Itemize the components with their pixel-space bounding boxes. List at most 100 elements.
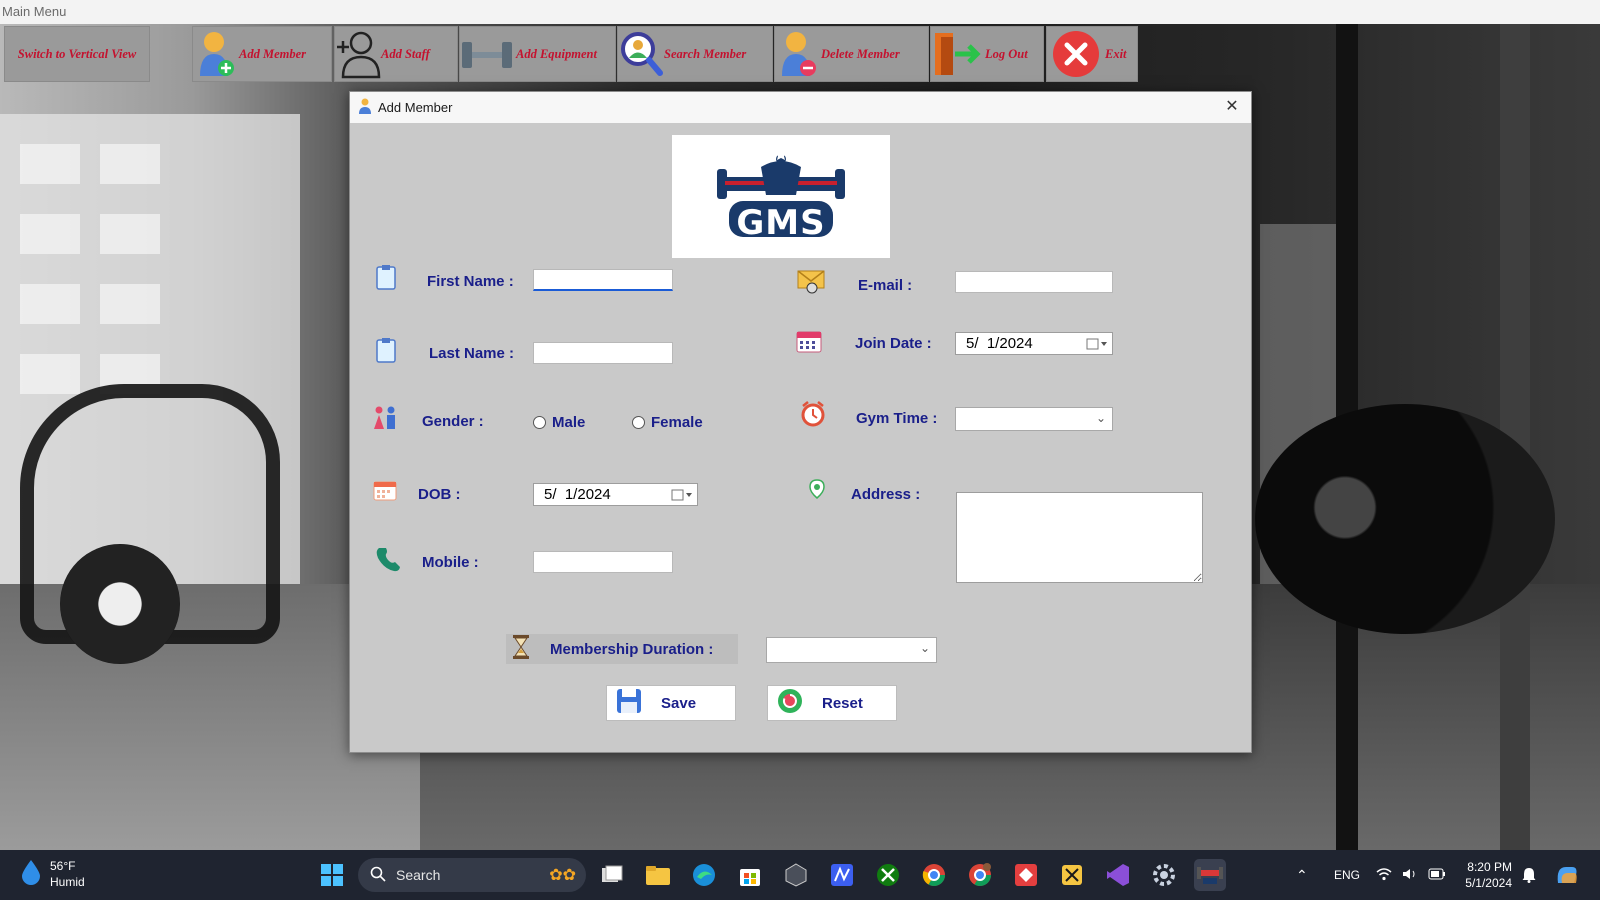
dumbbell-icon <box>460 29 516 79</box>
add-member-label: Add Member <box>239 46 307 61</box>
delete-member-label: Delete Member <box>821 46 900 61</box>
exit-label: Exit <box>1105 46 1127 61</box>
clock[interactable]: 8:20 PM 5/1/2024 <box>1462 850 1512 900</box>
dialog-close-button[interactable]: ✕ <box>1221 96 1243 118</box>
dialog-titlebar: Add Member ✕ <box>350 92 1251 123</box>
gender-label: Gender : <box>422 413 484 430</box>
alarm-clock-icon <box>798 399 828 429</box>
edge-browser-icon[interactable] <box>688 859 720 891</box>
gender-male-radio[interactable]: Male <box>533 414 585 431</box>
dob-label: DOB : <box>418 486 461 503</box>
wifi-icon[interactable] <box>1376 867 1392 884</box>
anydesk-icon[interactable] <box>1010 859 1042 891</box>
search-label: Search <box>396 867 441 883</box>
calendar-icon <box>794 326 824 356</box>
radio-circle[interactable] <box>533 416 546 429</box>
search-member-button[interactable]: Search Member <box>617 26 773 82</box>
search-member-icon <box>618 29 664 79</box>
email-input[interactable] <box>955 271 1113 293</box>
settings-gear-icon[interactable] <box>1148 859 1180 891</box>
add-member-icon <box>193 29 239 79</box>
windows-start-icon[interactable] <box>316 859 348 891</box>
membership-duration-label: Membership Duration : <box>550 640 714 658</box>
delete-member-icon <box>775 29 821 79</box>
calendar-dropdown-icon[interactable] <box>1086 337 1108 351</box>
reset-label: Reset <box>822 694 863 712</box>
dob-date-picker[interactable]: 5/ 1/2024 <box>533 483 698 506</box>
add-member-button[interactable]: Add Member <box>192 26 332 82</box>
gender-female-radio[interactable]: Female <box>632 414 703 431</box>
notification-bell-icon[interactable] <box>1522 850 1536 900</box>
address-label: Address : <box>851 486 921 503</box>
first-name-label: First Name : <box>427 273 514 290</box>
join-date-picker[interactable]: 5/ 1/2024 <box>955 332 1113 355</box>
add-member-dialog: Add Member ✕ GMS First Name : Last Name … <box>349 91 1252 753</box>
reset-icon <box>776 687 804 719</box>
mobile-input[interactable] <box>533 551 673 573</box>
radio-circle[interactable] <box>632 416 645 429</box>
weather-widget[interactable]: 56°F Humid <box>20 858 85 890</box>
log-out-button[interactable]: Log Out <box>930 26 1044 82</box>
add-equipment-button[interactable]: Add Equipment <box>459 26 616 82</box>
window-title: Main Menu <box>0 0 1600 24</box>
email-icon <box>797 266 827 296</box>
switch-vertical-view-label: Switch to Vertical View <box>17 46 137 61</box>
delete-member-button[interactable]: Delete Member <box>774 26 929 82</box>
gym-time-label: Gym Time : <box>856 410 938 427</box>
chevron-down-icon[interactable]: ⌄ <box>920 641 930 655</box>
taskbar-search[interactable]: Search ✿✿ <box>358 858 586 892</box>
add-staff-icon <box>335 29 381 79</box>
email-label: E-mail : <box>858 277 913 294</box>
xbox-icon[interactable] <box>872 859 904 891</box>
chevron-up-icon[interactable]: ⌃ <box>1296 867 1308 884</box>
exit-button[interactable]: Exit <box>1046 26 1138 82</box>
visual-studio-icon[interactable] <box>1102 859 1134 891</box>
windows-taskbar: 56°F Humid Search ✿✿ ⌃ ENG 8:20 PM 5/1/2… <box>0 850 1600 900</box>
clock-time: 8:20 PM <box>1467 860 1512 874</box>
unity-icon[interactable] <box>780 859 812 891</box>
system-tray-icons[interactable] <box>1376 850 1446 900</box>
chrome-profile-icon[interactable] <box>964 859 996 891</box>
address-textarea[interactable] <box>956 492 1203 583</box>
show-hidden-icons-button[interactable]: ⌃ <box>1296 850 1308 900</box>
membership-duration-dropdown[interactable]: ⌄ <box>766 637 937 663</box>
mobile-label: Mobile : <box>422 554 479 571</box>
water-drop-icon <box>20 859 42 889</box>
first-name-input[interactable] <box>533 269 673 291</box>
membership-duration-label-box: Membership Duration : <box>506 634 738 664</box>
task-view-icon[interactable] <box>596 859 628 891</box>
weather-temp: 56°F <box>50 859 76 873</box>
save-button[interactable]: Save <box>606 685 736 721</box>
last-name-input[interactable] <box>533 342 673 364</box>
log-out-icon <box>931 29 985 79</box>
gms-logo: GMS <box>672 135 890 258</box>
gms-app-icon[interactable] <box>1194 859 1226 891</box>
add-staff-button[interactable]: Add Staff <box>334 26 458 82</box>
phone-icon <box>373 544 403 574</box>
dialog-title: Add Member <box>378 100 453 115</box>
snipping-tool-icon[interactable] <box>1056 859 1088 891</box>
reset-button[interactable]: Reset <box>767 685 897 721</box>
calendar-icon <box>370 475 400 505</box>
clock-date: 5/1/2024 <box>1465 876 1512 890</box>
switch-vertical-view-button[interactable]: Switch to Vertical View <box>4 26 150 82</box>
floppy-disk-icon <box>615 687 643 719</box>
save-label: Save <box>661 694 697 712</box>
visual-studio-blue-icon[interactable] <box>826 859 858 891</box>
file-explorer-icon[interactable] <box>642 859 674 891</box>
volume-icon[interactable] <box>1402 867 1418 884</box>
location-pin-icon <box>802 474 832 504</box>
language-indicator[interactable]: ENG <box>1334 850 1360 900</box>
copilot-icon[interactable] <box>1554 850 1580 900</box>
gym-time-dropdown[interactable]: ⌄ <box>955 407 1113 431</box>
gender-male-label: Male <box>552 414 586 431</box>
calendar-dropdown-icon[interactable] <box>671 488 693 502</box>
last-name-label: Last Name : <box>429 345 515 362</box>
battery-icon[interactable] <box>1428 868 1446 883</box>
chevron-down-icon[interactable]: ⌄ <box>1096 411 1106 425</box>
join-date-label: Join Date : <box>855 335 932 352</box>
add-equipment-label: Add Equipment <box>516 46 597 61</box>
microsoft-store-icon[interactable] <box>734 859 766 891</box>
join-date-value: 5/ 1/2024 <box>966 335 1033 352</box>
chrome-icon[interactable] <box>918 859 950 891</box>
